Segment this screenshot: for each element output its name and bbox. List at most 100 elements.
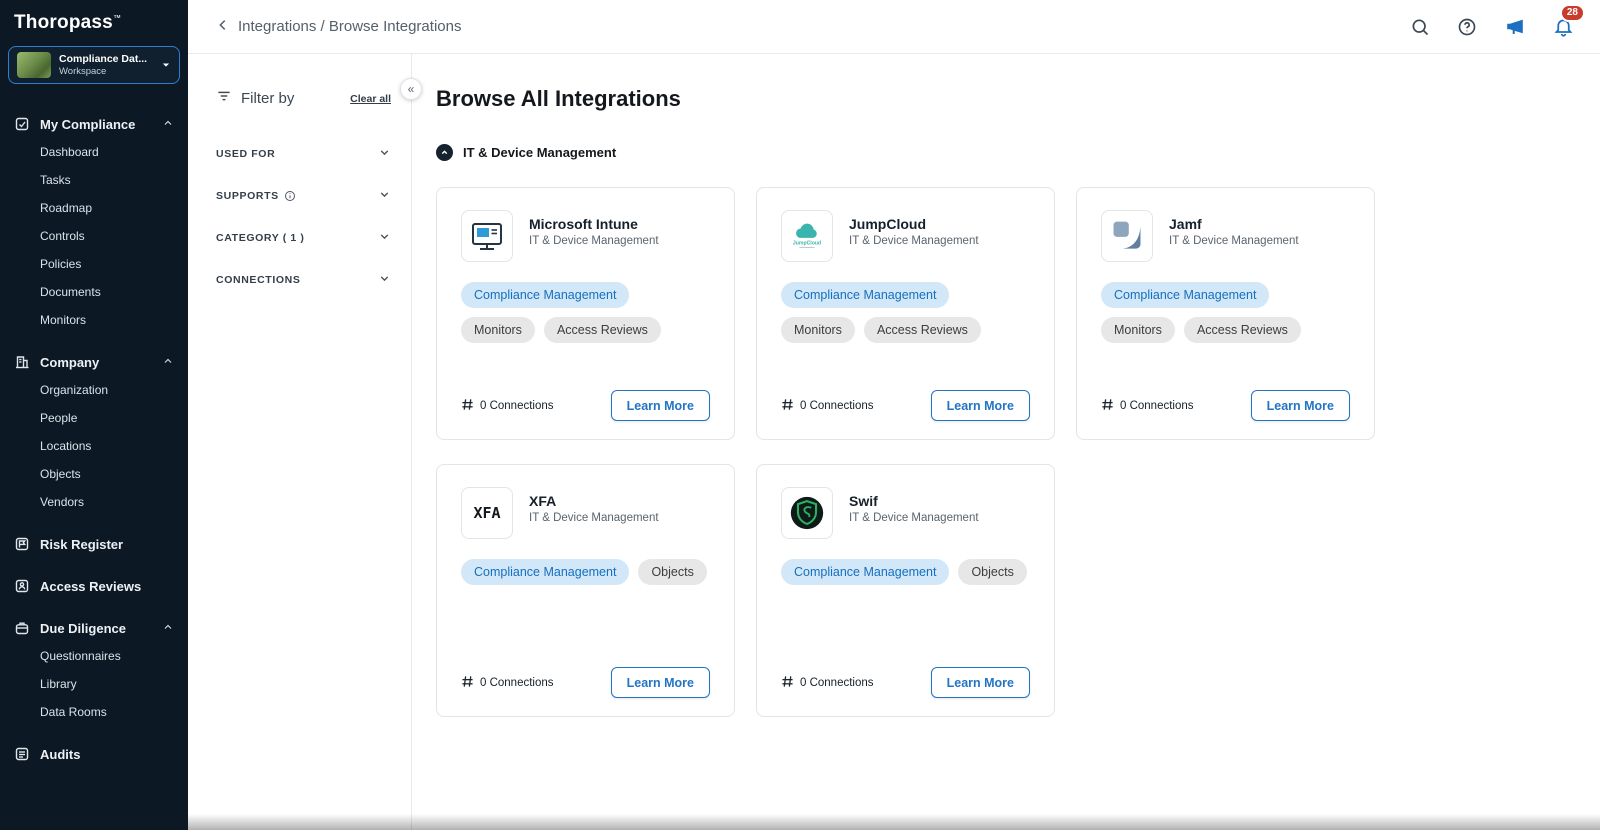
clear-all-link[interactable]: Clear all bbox=[350, 93, 391, 105]
connections-count: 0 Connections bbox=[1101, 398, 1194, 414]
connections-label: 0 Connections bbox=[800, 399, 874, 412]
card-header: Swif IT & Device Management bbox=[781, 487, 1030, 539]
group-label: Due Diligence bbox=[40, 620, 126, 636]
nav-group-due-diligence: Due Diligence Questionnaires Library Dat… bbox=[0, 614, 188, 726]
card-footer: 0 Connections Learn More bbox=[461, 390, 710, 421]
group-label: Risk Register bbox=[40, 536, 124, 552]
connections-count: 0 Connections bbox=[461, 675, 554, 691]
chevron-down-icon[interactable] bbox=[378, 146, 391, 162]
filter-section-category[interactable]: CATEGORY ( 1 ) bbox=[216, 217, 391, 259]
sidebar-item-audits[interactable]: Audits bbox=[0, 740, 188, 768]
flag-icon bbox=[14, 536, 30, 552]
brand-logo: Thoropass™ bbox=[0, 10, 188, 44]
filter-section-used-for[interactable]: USED FOR bbox=[216, 133, 391, 175]
group-label: Access Reviews bbox=[40, 578, 142, 594]
chevron-down-icon[interactable] bbox=[378, 230, 391, 246]
sidebar-item-due-diligence[interactable]: Due Diligence bbox=[0, 614, 188, 642]
info-icon bbox=[284, 190, 296, 202]
sidebar-item-library[interactable]: Library bbox=[0, 670, 188, 698]
sidebar-item-my-compliance[interactable]: My Compliance bbox=[0, 110, 188, 138]
integration-name: Jamf bbox=[1169, 216, 1202, 232]
document-icon bbox=[14, 746, 30, 762]
workspace-selector[interactable]: Compliance Dat... Workspace bbox=[8, 46, 180, 84]
card-titles: JumpCloud IT & Device Management bbox=[849, 210, 979, 262]
breadcrumb[interactable]: Integrations / Browse Integrations bbox=[216, 18, 461, 36]
learn-more-button[interactable]: Learn More bbox=[1250, 390, 1350, 421]
sidebar-item-tasks[interactable]: Tasks bbox=[0, 166, 188, 194]
chevron-down-icon[interactable] bbox=[378, 272, 391, 288]
sidebar-item-questionnaires[interactable]: Questionnaires bbox=[0, 642, 188, 670]
tag-list: Compliance Management Monitors Access Re… bbox=[1101, 282, 1350, 343]
integration-card-microsoft-intune: Microsoft Intune IT & Device Management … bbox=[436, 187, 735, 440]
swif-logo bbox=[781, 487, 833, 539]
tag-list: Compliance Management Objects bbox=[781, 559, 1030, 585]
sidebar-item-policies[interactable]: Policies bbox=[0, 250, 188, 278]
collapse-filters-button[interactable]: « bbox=[400, 78, 422, 100]
sidebar-item-organization[interactable]: Organization bbox=[0, 376, 188, 404]
learn-more-button[interactable]: Learn More bbox=[930, 667, 1030, 698]
card-footer: 0 Connections Learn More bbox=[781, 667, 1030, 698]
connections-label: 0 Connections bbox=[480, 399, 554, 412]
nav-group-risk-register: Risk Register bbox=[0, 530, 188, 558]
chevron-down-icon[interactable] bbox=[378, 188, 391, 204]
sidebar-item-risk-register[interactable]: Risk Register bbox=[0, 530, 188, 558]
card-footer: 0 Connections Learn More bbox=[1101, 390, 1350, 421]
megaphone-icon[interactable] bbox=[1504, 16, 1526, 38]
integration-card-xfa: XFA XFA IT & Device Management Complianc… bbox=[436, 464, 735, 717]
chevron-up-icon[interactable] bbox=[162, 621, 174, 636]
tag-pill: Compliance Management bbox=[781, 559, 950, 585]
sidebar-item-objects[interactable]: Objects bbox=[0, 460, 188, 488]
help-icon[interactable] bbox=[1457, 17, 1477, 37]
group-label: Audits bbox=[40, 746, 81, 762]
sidebar-item-data-rooms[interactable]: Data Rooms bbox=[0, 698, 188, 726]
card-titles: XFA IT & Device Management bbox=[529, 487, 659, 539]
tag-list: Compliance Management Monitors Access Re… bbox=[781, 282, 1030, 343]
topbar-icons: 28 bbox=[1410, 6, 1583, 38]
sidebar-item-company[interactable]: Company bbox=[0, 348, 188, 376]
sidebar-item-people[interactable]: People bbox=[0, 404, 188, 432]
compliance-check-icon bbox=[14, 116, 30, 132]
workspace-name: Compliance Dat... bbox=[59, 53, 148, 65]
sidebar-item-monitors[interactable]: Monitors bbox=[0, 306, 188, 334]
nav-group-access-reviews: Access Reviews bbox=[0, 572, 188, 600]
tag-pill: Monitors bbox=[1101, 317, 1175, 343]
sidebar-item-access-reviews[interactable]: Access Reviews bbox=[0, 572, 188, 600]
filter-section-connections[interactable]: CONNECTIONS bbox=[216, 259, 391, 301]
collapse-section-button[interactable] bbox=[436, 144, 453, 161]
topbar: Integrations / Browse Integrations 28 bbox=[188, 0, 1600, 54]
chevron-up-icon[interactable] bbox=[162, 117, 174, 132]
connections-count: 0 Connections bbox=[781, 675, 874, 691]
nav-group-my-compliance: My Compliance Dashboard Tasks Roadmap Co… bbox=[0, 110, 188, 334]
connections-icon bbox=[781, 398, 794, 414]
back-chevron-icon[interactable] bbox=[216, 18, 230, 36]
learn-more-button[interactable]: Learn More bbox=[610, 667, 710, 698]
card-header: Microsoft Intune IT & Device Management bbox=[461, 210, 710, 262]
sidebar-item-controls[interactable]: Controls bbox=[0, 222, 188, 250]
tag-pill: Access Reviews bbox=[1183, 317, 1301, 343]
brand-name: Thoropass bbox=[14, 12, 113, 33]
filter-section-supports[interactable]: SUPPORTS bbox=[216, 175, 391, 217]
notifications-button[interactable]: 28 bbox=[1553, 6, 1583, 37]
sidebar-item-dashboard[interactable]: Dashboard bbox=[0, 138, 188, 166]
sidebar-item-roadmap[interactable]: Roadmap bbox=[0, 194, 188, 222]
chevron-up-icon[interactable] bbox=[162, 355, 174, 370]
breadcrumb-text: Integrations / Browse Integrations bbox=[238, 18, 462, 35]
integration-card-jumpcloud: JumpCloud JumpCloud IT & Device Manageme… bbox=[756, 187, 1055, 440]
svg-text:JumpCloud: JumpCloud bbox=[793, 241, 821, 247]
sidebar-item-documents[interactable]: Documents bbox=[0, 278, 188, 306]
tag-pill: Monitors bbox=[461, 317, 535, 343]
connections-icon bbox=[461, 675, 474, 691]
integration-name: XFA bbox=[529, 493, 557, 509]
integration-category: IT & Device Management bbox=[529, 235, 659, 247]
filter-section-label: USED FOR bbox=[216, 148, 276, 160]
learn-more-button[interactable]: Learn More bbox=[610, 390, 710, 421]
search-icon[interactable] bbox=[1410, 17, 1430, 37]
card-titles: Jamf IT & Device Management bbox=[1169, 210, 1299, 262]
integration-category: IT & Device Management bbox=[849, 512, 979, 524]
sidebar-item-locations[interactable]: Locations bbox=[0, 432, 188, 460]
integration-category: IT & Device Management bbox=[849, 235, 979, 247]
brand-tm: ™ bbox=[112, 13, 122, 23]
sidebar-item-vendors[interactable]: Vendors bbox=[0, 488, 188, 516]
learn-more-button[interactable]: Learn More bbox=[930, 390, 1030, 421]
category-section-label: IT & Device Management bbox=[463, 145, 617, 160]
